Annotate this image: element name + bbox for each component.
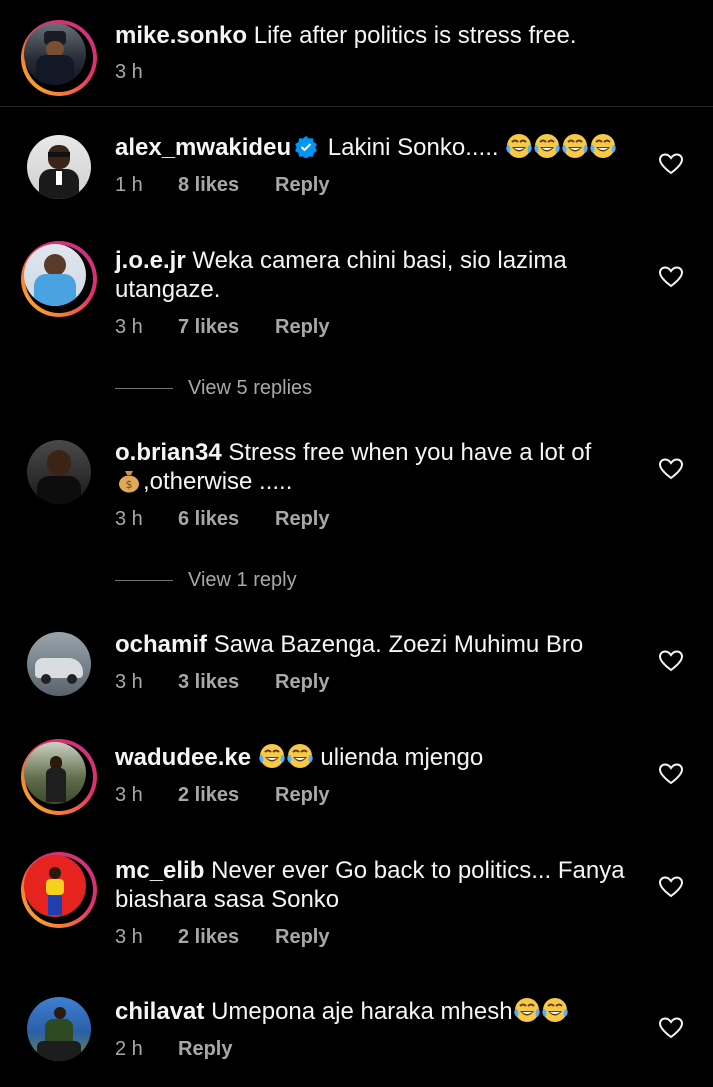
- comment-time: 3 h: [115, 316, 143, 338]
- caption-body: Life after politics is stress free.: [253, 22, 577, 49]
- caption-text: mike.sonko Life after politics is stress…: [115, 21, 640, 50]
- comment-likes[interactable]: 2 likes: [178, 926, 275, 949]
- comment-body: Umepona aje haraka mhesh: [211, 998, 513, 1025]
- comment-meta: 3 h 3 likes Reply: [115, 671, 329, 694]
- heart-outline-icon[interactable]: [659, 763, 683, 785]
- caption-time: 3 h: [115, 61, 143, 83]
- divider: [0, 106, 713, 107]
- comment-time: 2 h: [115, 1038, 143, 1060]
- comment-likes[interactable]: 7 likes: [178, 316, 275, 339]
- comment-username[interactable]: wadudee.ke: [115, 744, 251, 771]
- view-replies-label[interactable]: View 5 replies: [188, 377, 312, 400]
- comment-body: Stress free when you have a lot of: [228, 439, 592, 466]
- avatar-chilavat[interactable]: [27, 997, 91, 1061]
- comment-meta: 1 h 8 likes Reply: [115, 174, 329, 197]
- reply-button[interactable]: Reply: [275, 926, 329, 949]
- view-replies-button[interactable]: View 5 replies: [115, 377, 312, 400]
- comment-meta: 3 h 2 likes Reply: [115, 784, 329, 807]
- avatar-wadudee-ke[interactable]: [21, 739, 97, 815]
- tears-of-joy-emoji: [258, 743, 286, 769]
- avatar-joe-jr[interactable]: [21, 241, 97, 317]
- comment-text: j.o.e.jr Weka camera chini basi, sio laz…: [115, 246, 640, 304]
- reply-button[interactable]: Reply: [275, 508, 329, 531]
- caption-username[interactable]: mike.sonko: [115, 22, 247, 49]
- caption-meta: 3 h: [115, 61, 178, 84]
- heart-outline-icon[interactable]: [659, 153, 683, 175]
- comment-time: 3 h: [115, 926, 143, 948]
- reply-button[interactable]: Reply: [275, 784, 329, 807]
- comment-likes[interactable]: 2 likes: [178, 784, 275, 807]
- thread-line: [115, 580, 173, 581]
- avatar-alex-mwakideu[interactable]: [27, 135, 91, 199]
- comment-likes[interactable]: 8 likes: [178, 174, 275, 197]
- reply-button[interactable]: Reply: [275, 671, 329, 694]
- reply-button[interactable]: Reply: [275, 174, 329, 197]
- tears-of-joy-emoji: [589, 133, 617, 159]
- avatar-obrian34[interactable]: [27, 440, 91, 504]
- comment-username[interactable]: o.brian34: [115, 439, 222, 466]
- avatar-mike-sonko[interactable]: [21, 20, 97, 96]
- comment-body: Sawa Bazenga. Zoezi Muhimu Bro: [213, 631, 584, 658]
- reply-button[interactable]: Reply: [178, 1038, 232, 1061]
- avatar-mc-elib[interactable]: [21, 852, 97, 928]
- comment-time: 3 h: [115, 784, 143, 806]
- comment-body: Lakini Sonko.....: [327, 134, 499, 161]
- comment-likes[interactable]: 6 likes: [178, 508, 275, 531]
- tears-of-joy-emoji: [505, 133, 533, 159]
- comment-meta: 3 h 6 likes Reply: [115, 508, 329, 531]
- tears-of-joy-emoji: [541, 997, 569, 1023]
- comment-text: wadudee.ke ulienda mjengo: [115, 743, 640, 772]
- verified-badge-icon: [295, 136, 318, 158]
- tears-of-joy-emoji: [513, 997, 541, 1023]
- comment-likes[interactable]: 3 likes: [178, 671, 275, 694]
- tears-of-joy-emoji: [286, 743, 314, 769]
- comment-text: ochamif Sawa Bazenga. Zoezi Muhimu Bro: [115, 630, 640, 659]
- comment-time: 1 h: [115, 174, 143, 196]
- comment-text: o.brian34 Stress free when you have a lo…: [115, 438, 640, 496]
- comment-time: 3 h: [115, 671, 143, 693]
- comment-meta: 3 h 2 likes Reply: [115, 926, 329, 949]
- comment-text: mc_elib Never ever Go back to politics..…: [115, 856, 640, 914]
- heart-outline-icon[interactable]: [659, 876, 683, 898]
- comment-meta: 3 h 7 likes Reply: [115, 316, 329, 339]
- comment-username[interactable]: mc_elib: [115, 857, 204, 884]
- comment-username[interactable]: chilavat: [115, 998, 204, 1025]
- view-replies-label[interactable]: View 1 reply: [188, 569, 297, 592]
- heart-outline-icon[interactable]: [659, 266, 683, 288]
- view-replies-button[interactable]: View 1 reply: [115, 569, 297, 592]
- reply-button[interactable]: Reply: [275, 316, 329, 339]
- comment-text: alex_mwakideu Lakini Sonko.....: [115, 133, 640, 162]
- comment-meta: 2 h Reply: [115, 1038, 232, 1061]
- money-bag-emoji: $: [119, 471, 139, 493]
- comment-username[interactable]: ochamif: [115, 631, 207, 658]
- svg-text:$: $: [126, 478, 133, 491]
- heart-outline-icon[interactable]: [659, 458, 683, 480]
- tears-of-joy-emoji: [561, 133, 589, 159]
- tears-of-joy-emoji: [533, 133, 561, 159]
- comment-body: ulienda mjengo: [320, 744, 484, 771]
- avatar-ochamif[interactable]: [27, 632, 91, 696]
- heart-outline-icon[interactable]: [659, 650, 683, 672]
- comment-text: chilavat Umepona aje haraka mhesh: [115, 997, 640, 1026]
- comment-body-cont: ,otherwise .....: [143, 468, 293, 495]
- heart-outline-icon[interactable]: [659, 1017, 683, 1039]
- comment-username[interactable]: j.o.e.jr: [115, 247, 186, 274]
- comment-username[interactable]: alex_mwakideu: [115, 134, 291, 161]
- comment-time: 3 h: [115, 508, 143, 530]
- thread-line: [115, 388, 173, 389]
